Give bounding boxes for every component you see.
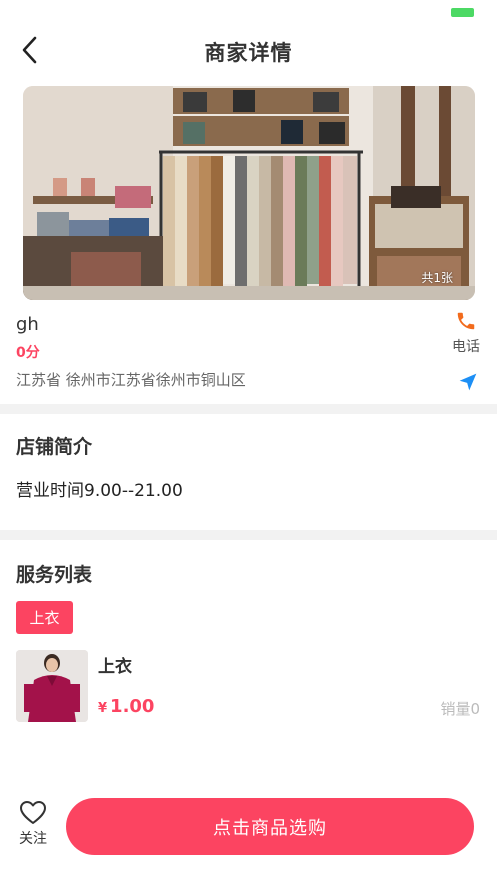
price-value: 1.00 bbox=[110, 696, 155, 717]
sales-count: 销量0 bbox=[440, 700, 480, 718]
follow-label: 关注 bbox=[19, 831, 47, 847]
navigate-button[interactable] bbox=[458, 372, 478, 392]
section-divider bbox=[0, 530, 497, 540]
shop-photo-banner[interactable]: 共1张 bbox=[23, 86, 475, 300]
heart-outline-icon bbox=[20, 801, 46, 824]
phone-icon bbox=[457, 312, 475, 330]
intro-section-title: 店铺简介 bbox=[16, 436, 93, 458]
follow-button[interactable]: 关注 bbox=[12, 800, 54, 852]
currency-symbol: ¥ bbox=[98, 701, 108, 716]
battery-icon bbox=[451, 8, 474, 17]
phone-label: 电话 bbox=[452, 339, 480, 355]
section-divider bbox=[0, 404, 497, 414]
category-tag-tops[interactable]: 上衣 bbox=[16, 601, 73, 634]
shop-name: gh bbox=[16, 314, 39, 335]
location-arrow-icon bbox=[459, 373, 477, 391]
status-bar bbox=[0, 0, 497, 24]
shop-score: 0分 bbox=[16, 345, 40, 361]
product-price: ¥1.00 bbox=[98, 696, 154, 717]
navigation-bar: 商家详情 bbox=[0, 24, 497, 76]
services-section-title: 服务列表 bbox=[16, 564, 93, 586]
business-hours-text: 营业时间9.00--21.00 bbox=[16, 481, 183, 501]
page-title: 商家详情 bbox=[204, 41, 293, 65]
service-list-item[interactable]: 上衣 ¥1.00 销量0 bbox=[16, 650, 482, 722]
product-thumbnail bbox=[16, 650, 88, 722]
shop-address: 江苏省 徐州市江苏省徐州市铜山区 bbox=[16, 371, 246, 389]
shop-photo bbox=[23, 86, 475, 300]
photo-count: 共1张 bbox=[421, 271, 453, 285]
shop-products-button[interactable]: 点击商品选购 bbox=[66, 798, 474, 855]
product-name: 上衣 bbox=[98, 657, 132, 677]
phone-button[interactable]: 电话 bbox=[446, 310, 486, 358]
product-image bbox=[16, 650, 88, 722]
